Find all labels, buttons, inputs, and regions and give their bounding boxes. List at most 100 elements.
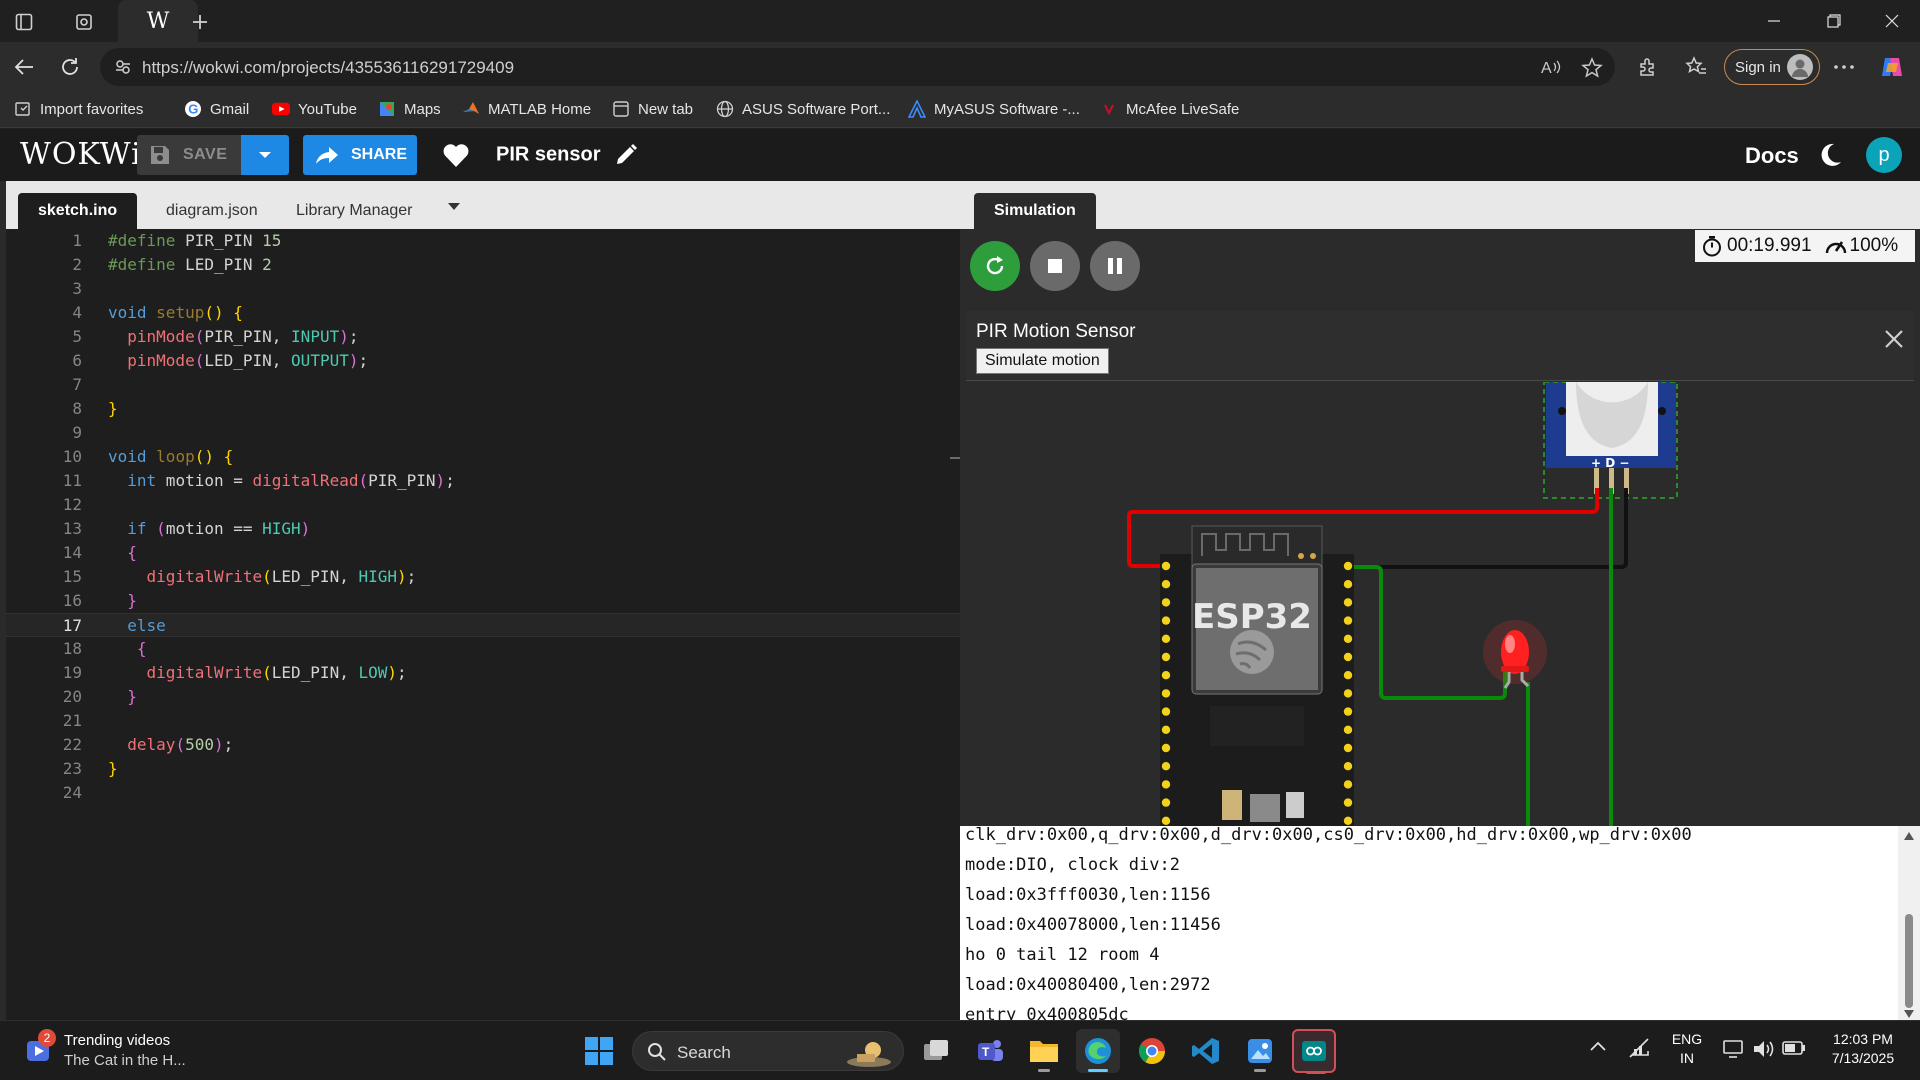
url-text[interactable]: https://wokwi.com/projects/4355361162917… (142, 58, 514, 78)
teams-icon[interactable]: T (968, 1029, 1012, 1073)
header-pin[interactable] (1343, 561, 1353, 571)
docs-link[interactable]: Docs (1745, 143, 1799, 169)
header-pin[interactable] (1343, 598, 1353, 607)
red-led[interactable] (1483, 620, 1547, 689)
read-aloud-icon[interactable]: A (1540, 57, 1562, 77)
header-pin[interactable] (1343, 762, 1353, 771)
vscode-icon[interactable] (1184, 1029, 1228, 1073)
favorite-star-icon[interactable] (1581, 57, 1603, 79)
code-line[interactable]: pinMode(PIR_PIN, INPUT); (108, 325, 358, 349)
photos-app-icon[interactable] (1238, 1029, 1282, 1073)
wire-signal-led[interactable] (1345, 565, 1530, 826)
favorites-icon[interactable] (1680, 51, 1712, 83)
code-line[interactable]: digitalWrite(LED_PIN, HIGH); (108, 565, 417, 589)
share-button[interactable]: SHARE (303, 135, 417, 175)
start-windows-icon[interactable] (577, 1029, 621, 1073)
volume-icon[interactable] (1752, 1038, 1776, 1060)
header-pin[interactable] (1343, 707, 1353, 716)
header-pin[interactable] (1161, 561, 1171, 571)
bookmark-gmail[interactable]: G Gmail (184, 100, 249, 118)
restart-simulation-button[interactable] (970, 241, 1020, 291)
tabs-menu-caret-icon[interactable] (448, 203, 460, 211)
minimize-button[interactable] (1746, 0, 1802, 42)
scroll-up-arrow-icon[interactable] (1904, 832, 1914, 840)
header-pin[interactable] (1343, 616, 1353, 625)
scroll-down-arrow-icon[interactable] (1904, 1010, 1914, 1018)
save-button[interactable]: SAVE (137, 135, 241, 175)
extensions-icon[interactable] (1632, 51, 1664, 83)
workspaces-icon[interactable] (64, 6, 104, 38)
header-pin[interactable] (1161, 671, 1171, 680)
sign-in-button[interactable]: Sign in (1724, 49, 1820, 85)
widget-subtitle[interactable]: The Cat in the H... (64, 1052, 186, 1069)
edit-pencil-icon[interactable] (614, 143, 638, 167)
code-line[interactable]: } (108, 757, 118, 781)
stop-simulation-button[interactable] (1030, 241, 1080, 291)
bookmark-asus-software[interactable]: ASUS Software Port... (716, 100, 890, 118)
code-line[interactable]: void loop() { (108, 445, 233, 469)
esp32-board[interactable] (1160, 525, 1354, 826)
code-line[interactable]: { (108, 541, 137, 565)
language-indicator[interactable]: ENG IN (1666, 1031, 1708, 1066)
header-pin[interactable] (1161, 743, 1171, 753)
bookmark-youtube[interactable]: YouTube (272, 100, 357, 118)
header-pin[interactable] (1343, 816, 1353, 825)
code-line[interactable]: digitalWrite(LED_PIN, LOW); (108, 661, 407, 685)
header-pin[interactable] (1161, 780, 1171, 789)
edge-browser-icon[interactable] (1076, 1029, 1120, 1073)
dark-mode-moon-icon[interactable] (1817, 142, 1843, 168)
header-pin[interactable] (1343, 689, 1353, 698)
site-info-icon[interactable] (114, 58, 132, 76)
scroll-thumb[interactable] (1905, 914, 1913, 1008)
widget-title[interactable]: Trending videos (64, 1032, 170, 1049)
serial-monitor[interactable]: clk_drv:0x00,q_drv:0x00,d_drv:0x00,cs0_d… (960, 826, 1920, 1020)
copilot-icon[interactable] (1876, 51, 1908, 83)
code-line[interactable]: } (108, 589, 137, 613)
chrome-icon[interactable] (1130, 1029, 1174, 1073)
url-bar[interactable]: https://wokwi.com/projects/4355361162917… (100, 48, 1615, 86)
header-pin[interactable] (1161, 725, 1171, 734)
display-icon[interactable] (1722, 1038, 1746, 1060)
header-pin[interactable] (1161, 652, 1171, 662)
code-line[interactable]: void setup() { (108, 301, 243, 325)
close-panel-icon[interactable] (1884, 329, 1904, 349)
header-pin[interactable] (1343, 725, 1353, 734)
bookmark-mcafee[interactable]: McAfee LiveSafe (1100, 100, 1239, 118)
more-options-icon[interactable] (1828, 51, 1860, 83)
restore-button[interactable] (1806, 0, 1862, 42)
bookmark-new-tab[interactable]: New tab (612, 100, 693, 118)
close-window-button[interactable] (1864, 0, 1920, 42)
file-explorer-icon[interactable] (1022, 1029, 1066, 1073)
header-pin[interactable] (1161, 707, 1171, 716)
code-line[interactable]: if (motion == HIGH) (108, 517, 310, 541)
header-pin[interactable] (1343, 634, 1353, 643)
code-line[interactable]: pinMode(LED_PIN, OUTPUT); (108, 349, 368, 373)
show-hidden-icons-chevron-icon[interactable] (1590, 1041, 1606, 1051)
code-area[interactable]: 1 #define PIR_PIN 15 2 #define LED_PIN 2 3… (6, 229, 960, 1020)
tab-diagram-json[interactable]: diagram.json (146, 193, 278, 229)
battery-icon[interactable] (1782, 1040, 1806, 1056)
header-pin[interactable] (1161, 616, 1171, 625)
tab-sketch-ino[interactable]: sketch.ino (18, 193, 138, 229)
code-line[interactable]: } (108, 397, 118, 421)
header-pin[interactable] (1161, 580, 1171, 589)
code-line[interactable]: { (108, 637, 147, 661)
header-pin[interactable] (1161, 634, 1171, 643)
pause-simulation-button[interactable] (1090, 241, 1140, 291)
code-line[interactable]: } (108, 685, 137, 709)
header-pin[interactable] (1161, 598, 1171, 607)
header-pin[interactable] (1343, 580, 1353, 589)
project-title[interactable]: PIR sensor (496, 143, 638, 167)
code-line[interactable]: #define LED_PIN 2 (108, 253, 272, 277)
wire-gnd[interactable] (1345, 488, 1628, 569)
header-pin[interactable] (1161, 816, 1171, 825)
header-pin[interactable] (1343, 798, 1353, 807)
code-line-current[interactable]: else (108, 614, 166, 638)
header-pin[interactable] (1161, 762, 1171, 771)
header-pin[interactable] (1343, 671, 1353, 680)
refresh-button[interactable] (54, 51, 86, 83)
header-pin[interactable] (1343, 652, 1353, 662)
network-disconnected-icon[interactable] (1628, 1037, 1652, 1059)
new-tab-button[interactable] (180, 6, 220, 38)
header-pin[interactable] (1343, 743, 1353, 753)
